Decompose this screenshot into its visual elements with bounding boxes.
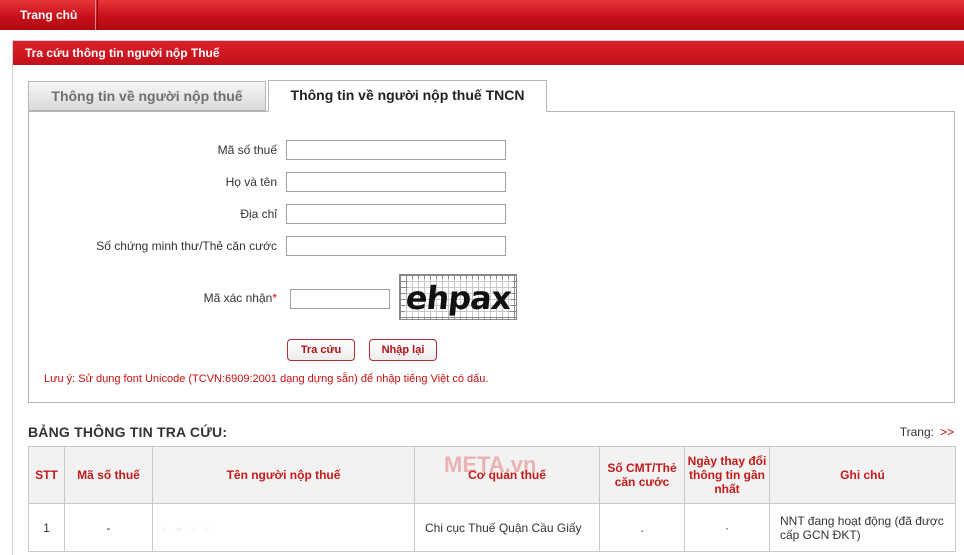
captcha-text: ehpax <box>404 279 513 317</box>
address-input[interactable] <box>286 204 506 224</box>
cell-last-changed: · <box>684 503 770 552</box>
col-header-stt: STT <box>28 446 65 504</box>
pager: Trang: >> <box>900 425 954 439</box>
cell-tax-office: Chi cục Thuế Quận Cầu Giấy <box>414 503 600 552</box>
col-header-id-card: Số CMT/Thẻ căn cước <box>599 446 685 504</box>
id-card-label: Số chứng minh thư/Thẻ căn cước <box>96 239 277 253</box>
top-nav-bar: Trang chủ <box>0 0 964 30</box>
tax-code-input[interactable] <box>286 140 506 160</box>
pager-next-link[interactable]: >> <box>940 425 954 439</box>
cell-tax-code: - <box>64 503 153 552</box>
captcha-image: ehpax <box>399 274 517 320</box>
id-card-input[interactable] <box>286 236 506 256</box>
full-name-label: Họ và tên <box>225 175 277 189</box>
watermark-logo: META.vn <box>444 452 537 477</box>
pager-label: Trang: <box>899 425 934 439</box>
cell-note: NNT đang hoạt động (đã được cấp GCN ĐKT) <box>769 503 956 552</box>
redacted-name: · - · · <box>163 520 209 535</box>
search-button[interactable]: Tra cứu <box>287 339 355 361</box>
reset-button[interactable]: Nhập lại <box>369 339 437 361</box>
cell-id-card: . <box>599 503 685 552</box>
tax-code-label: Mã số thuế <box>217 143 277 157</box>
nav-home-link[interactable]: Trang chủ <box>0 0 98 30</box>
col-header-note: Ghi chú <box>769 446 956 504</box>
table-row[interactable]: 1 - · - · · Chi cục Thuế Quận Cầu Giấy .… <box>28 503 956 552</box>
results-title: BẢNG THÔNG TIN TRA CỨU: <box>28 424 228 440</box>
full-name-input[interactable] <box>286 172 506 192</box>
col-header-taxpayer-name: Tên người nộp thuế <box>152 446 415 504</box>
cell-stt: 1 <box>28 503 65 552</box>
unicode-note: Lưu ý: Sử dụng font Unicode (TCVN:6909:2… <box>44 373 489 385</box>
tab-taxpayer-info[interactable]: Thông tin về người nộp thuế <box>28 81 266 111</box>
cell-taxpayer-name: · - · · <box>152 503 415 552</box>
tab-personal-income-taxpayer-info[interactable]: Thông tin về người nộp thuế TNCN <box>268 80 547 112</box>
captcha-label: Mã xác nhận* <box>203 291 277 305</box>
address-label: Địa chỉ <box>240 207 277 221</box>
required-mark: * <box>272 291 277 305</box>
col-header-tax-code: Mã số thuế <box>64 446 153 504</box>
panel-title: Tra cứu thông tin người nộp Thuế <box>13 41 964 65</box>
col-header-last-changed: Ngày thay đổi thông tin gần nhất <box>684 446 770 504</box>
captcha-input[interactable] <box>290 289 390 309</box>
